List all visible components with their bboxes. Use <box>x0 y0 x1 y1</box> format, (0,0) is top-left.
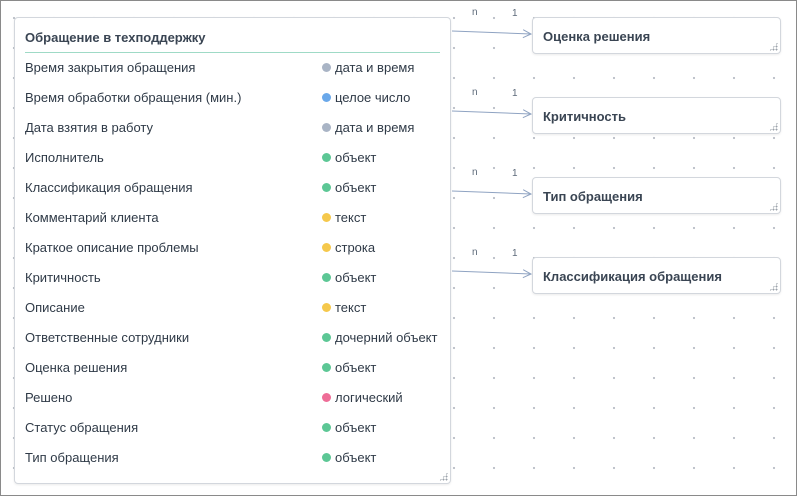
field-type: объект <box>322 180 376 195</box>
field-type: объект <box>322 360 376 375</box>
field-type-label: объект <box>335 360 377 375</box>
field-name: Комментарий клиента <box>25 210 159 225</box>
field-type: целое число <box>322 90 410 105</box>
relation-line[interactable] <box>451 31 531 34</box>
field-type-label: логический <box>335 390 403 405</box>
field-type: объект <box>322 270 376 285</box>
cardinality-to-label: 1 <box>512 8 518 19</box>
cardinality-to-label: 1 <box>512 88 518 99</box>
field-type: текст <box>322 210 366 225</box>
entity-card-related[interactable]: Оценка решения <box>532 17 781 54</box>
field-row[interactable]: Решено логический <box>25 388 442 408</box>
entity-title: Классификация обращения <box>543 269 722 284</box>
field-type: строка <box>322 240 375 255</box>
field-type-label: текст <box>335 210 367 225</box>
cardinality-to-label: 1 <box>512 248 518 259</box>
field-name: Тип обращения <box>25 450 119 465</box>
field-type: дата и время <box>322 60 414 75</box>
field-type-label: объект <box>335 150 377 165</box>
field-row[interactable]: Время закрытия обращения дата и время <box>25 58 442 78</box>
entity-card-related[interactable]: Тип обращения <box>532 177 781 214</box>
entity-title: Критичность <box>543 109 626 124</box>
field-type-label: строка <box>335 240 376 255</box>
resize-handle-icon[interactable] <box>769 42 778 51</box>
field-type-label: целое число <box>335 90 411 105</box>
entity-title: Тип обращения <box>543 189 643 204</box>
type-dot-icon <box>322 213 331 222</box>
field-row[interactable]: Ответственные сотрудники дочерний объект <box>25 328 442 348</box>
entity-card-main[interactable]: Обращение в техподдержку Время закрытия … <box>14 17 451 484</box>
field-name: Исполнитель <box>25 150 104 165</box>
field-name: Время обработки обращения (мин.) <box>25 90 242 105</box>
type-dot-icon <box>322 423 331 432</box>
cardinality-from-label: n <box>472 247 478 258</box>
field-row[interactable]: Описание текст <box>25 298 442 318</box>
field-type-label: текст <box>335 300 367 315</box>
resize-handle-icon[interactable] <box>769 122 778 131</box>
type-dot-icon <box>322 453 331 462</box>
field-type-label: дата и время <box>335 120 415 135</box>
entity-card-related[interactable]: Критичность <box>532 97 781 134</box>
field-type: дочерний объект <box>322 330 437 345</box>
field-row[interactable]: Критичность объект <box>25 268 442 288</box>
type-dot-icon <box>322 303 331 312</box>
cardinality-to-label: 1 <box>512 168 518 179</box>
cardinality-from-label: n <box>472 7 478 18</box>
cardinality-from-label: n <box>472 167 478 178</box>
field-name: Описание <box>25 300 85 315</box>
field-name: Классификация обращения <box>25 180 193 195</box>
type-dot-icon <box>322 333 331 342</box>
type-dot-icon <box>322 393 331 402</box>
type-dot-icon <box>322 273 331 282</box>
field-type-label: объект <box>335 420 377 435</box>
relation-line[interactable] <box>451 271 531 274</box>
field-row[interactable]: Исполнитель объект <box>25 148 442 168</box>
field-name: Дата взятия в работу <box>25 120 153 135</box>
field-type: объект <box>322 450 376 465</box>
relation-line[interactable] <box>451 191 531 194</box>
field-row[interactable]: Время обработки обращения (мин.) целое чи… <box>25 88 442 108</box>
field-name: Оценка решения <box>25 360 128 375</box>
field-row[interactable]: Дата взятия в работу дата и время <box>25 118 442 138</box>
field-name: Статус обращения <box>25 420 139 435</box>
type-dot-icon <box>322 63 331 72</box>
field-row[interactable]: Классификация обращения объект <box>25 178 442 198</box>
field-row[interactable]: Краткое описание проблемы строка <box>25 238 442 258</box>
resize-handle-icon[interactable] <box>439 472 448 481</box>
resize-handle-icon[interactable] <box>769 282 778 291</box>
diagram-canvas[interactable]: Обращение в техподдержку Время закрытия … <box>0 0 797 496</box>
field-type: объект <box>322 150 376 165</box>
field-type-label: дочерний объект <box>335 330 438 345</box>
field-name: Решено <box>25 390 73 405</box>
field-type-label: дата и время <box>335 60 415 75</box>
field-type-label: объект <box>335 270 377 285</box>
type-dot-icon <box>322 183 331 192</box>
field-type: текст <box>322 300 366 315</box>
field-type: дата и время <box>322 120 414 135</box>
type-dot-icon <box>322 363 331 372</box>
field-type: логический <box>322 390 403 405</box>
type-dot-icon <box>322 243 331 252</box>
field-name: Краткое описание проблемы <box>25 240 199 255</box>
type-dot-icon <box>322 93 331 102</box>
field-row[interactable]: Оценка решения объект <box>25 358 442 378</box>
entity-title: Оценка решения <box>543 29 651 44</box>
resize-handle-icon[interactable] <box>769 202 778 211</box>
field-name: Критичность <box>25 270 101 285</box>
type-dot-icon <box>322 153 331 162</box>
field-type-label: объект <box>335 450 377 465</box>
relation-line[interactable] <box>451 111 531 114</box>
field-name: Время закрытия обращения <box>25 60 196 75</box>
field-type-label: объект <box>335 180 377 195</box>
field-type: объект <box>322 420 376 435</box>
entity-card-related[interactable]: Классификация обращения <box>532 257 781 294</box>
field-name: Ответственные сотрудники <box>25 330 190 345</box>
cardinality-from-label: n <box>472 87 478 98</box>
field-row[interactable]: Статус обращения объект <box>25 418 442 438</box>
entity-title: Обращение в техподдержку <box>25 30 440 53</box>
type-dot-icon <box>322 123 331 132</box>
field-row[interactable]: Тип обращения объект <box>25 448 442 468</box>
field-row[interactable]: Комментарий клиента текст <box>25 208 442 228</box>
